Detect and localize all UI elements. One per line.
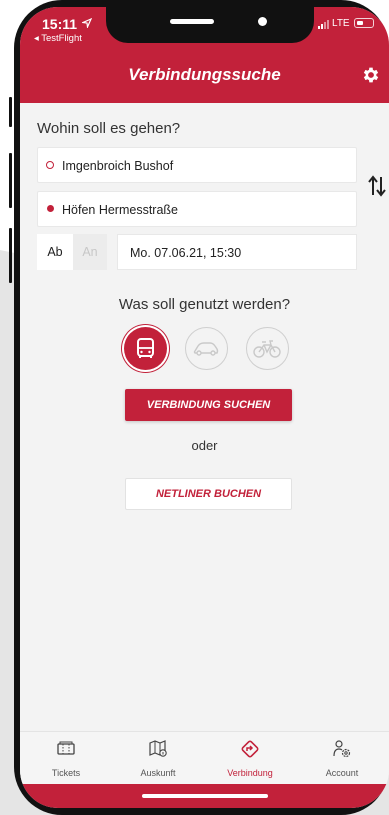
bike-option[interactable] <box>246 327 289 370</box>
book-netliner-button[interactable]: NETLINER BUCHEN <box>125 478 292 510</box>
origin-marker-icon <box>46 161 54 169</box>
tab-verbindung[interactable]: Verbindung <box>204 732 296 785</box>
phone-notch <box>106 7 314 43</box>
front-camera <box>258 17 267 26</box>
directions-icon <box>241 740 259 758</box>
tab-bar: Tickets Auskunft Verbindung Account <box>20 731 389 784</box>
gear-icon[interactable] <box>361 65 381 85</box>
side-button-volume-down <box>9 228 12 283</box>
ticket-icon <box>57 741 75 755</box>
back-to-testflight-link[interactable]: ◂ TestFlight <box>34 33 82 44</box>
arrival-toggle[interactable]: An <box>73 234 107 270</box>
location-arrow-icon <box>82 18 92 28</box>
status-time: 15:11 <box>42 16 78 32</box>
page-title: Verbindungssuche <box>128 65 281 84</box>
battery-icon <box>354 18 374 28</box>
or-separator: oder <box>191 438 218 453</box>
destination-question: Wohin soll es gehen? <box>37 120 181 137</box>
to-value: Höfen Hermesstraße <box>62 203 179 217</box>
account-settings-icon <box>333 740 351 758</box>
datetime-field[interactable]: Mo. 07.06.21, 15:30 <box>117 234 357 270</box>
network-type: LTE <box>332 18 350 29</box>
car-option[interactable] <box>185 327 228 370</box>
departure-toggle[interactable]: Ab <box>37 234 73 270</box>
side-button-mute <box>9 97 12 127</box>
tab-label: Tickets <box>51 768 81 778</box>
bus-option[interactable] <box>124 327 167 370</box>
departure-time-row: Ab An Mo. 07.06.21, 15:30 <box>37 234 357 270</box>
side-button-volume-up <box>9 153 12 208</box>
app-header: 15:11 ◂ TestFlight LTE Verbindungssuche <box>20 7 389 103</box>
speaker-grille <box>170 19 214 24</box>
to-field[interactable]: Höfen Hermesstraße <box>37 191 357 227</box>
home-indicator[interactable] <box>142 794 268 798</box>
tab-label: Auskunft <box>140 768 176 778</box>
tab-label: Account <box>325 768 359 778</box>
home-indicator-area <box>20 784 389 808</box>
destination-marker-icon <box>47 205 54 212</box>
tab-account[interactable]: Account <box>296 732 388 785</box>
tab-label: Verbindung <box>227 768 273 778</box>
search-connection-button[interactable]: VERBINDUNG SUCHEN <box>125 389 292 421</box>
car-icon <box>193 342 219 356</box>
bike-icon <box>253 340 281 358</box>
from-value: Imgenbroich Bushof <box>62 159 174 173</box>
swap-direction-icon[interactable] <box>367 175 387 197</box>
tab-tickets[interactable]: Tickets <box>20 732 112 785</box>
signal-strength-icon <box>318 20 329 29</box>
from-field[interactable]: Imgenbroich Bushof <box>37 147 357 183</box>
bus-icon <box>137 338 154 358</box>
app-screen: 15:11 ◂ TestFlight LTE Verbindungssuche … <box>20 7 389 808</box>
map-info-icon <box>149 740 167 757</box>
transport-question: Was soll genutzt werden? <box>118 296 291 313</box>
tab-auskunft[interactable]: Auskunft <box>112 732 204 785</box>
